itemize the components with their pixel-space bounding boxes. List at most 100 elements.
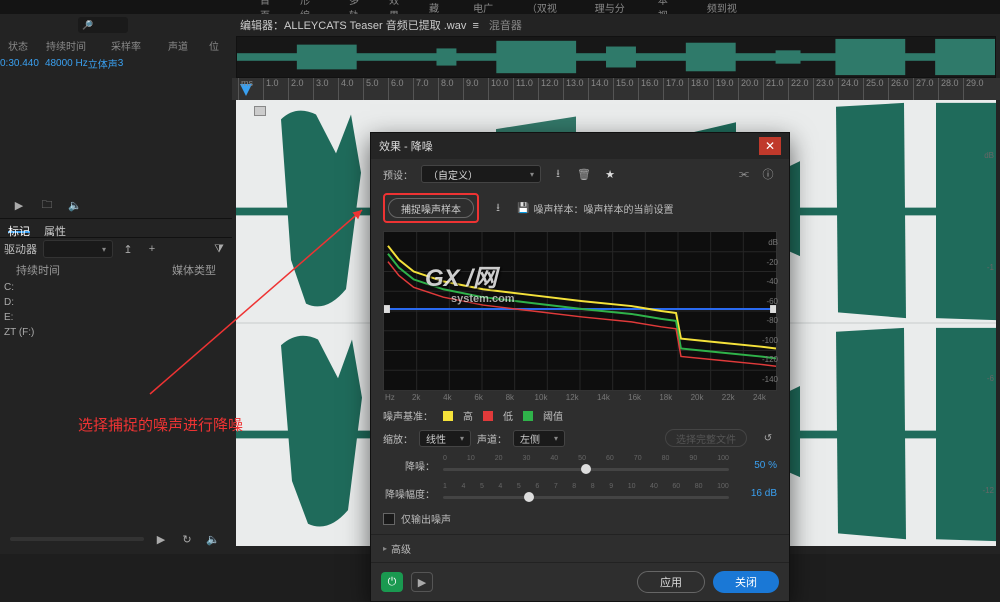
folder-icon[interactable]: 🗀 [38, 196, 56, 214]
preview-loop-button[interactable]: ▶ [411, 572, 433, 592]
save-preset-icon[interactable]: ⭳ [549, 165, 567, 183]
speaker-icon[interactable]: 🔈 [204, 530, 222, 548]
ruler-tick: 29.0 [963, 78, 984, 100]
delete-preset-icon[interactable]: 🗑 [575, 165, 593, 183]
capture-noise-button[interactable]: 捕捉噪声样本 [388, 198, 474, 218]
menu-item[interactable]: 效果 [389, 0, 399, 14]
ruler-tick: 16.0 [638, 78, 659, 100]
ruler-tick: 7.0 [413, 78, 429, 100]
ruler-tick: 17.0 [663, 78, 684, 100]
menu-item[interactable]: 等效处理与分析 [595, 0, 628, 14]
close-dialog-button[interactable]: 关闭 [713, 571, 779, 593]
scale-select[interactable]: 线性▾ [419, 430, 471, 447]
go-up-icon[interactable]: ↥ [119, 240, 137, 258]
reduce-by-slider[interactable]: 145456788910406080100 [443, 483, 729, 503]
drive-row[interactable]: E: [0, 310, 232, 325]
left-bottom-controls: ▶ ↻ 🔈 [0, 530, 232, 548]
speaker-icon[interactable]: 🔈 [66, 196, 84, 214]
reduce-slider[interactable]: 0102030405060708090100 [443, 455, 729, 475]
legend-high-swatch [443, 411, 453, 421]
reduce-by-label: 降噪幅度： [383, 486, 435, 501]
close-button[interactable]: ✕ [759, 137, 781, 155]
menu-item[interactable]: 无线电广播 [473, 0, 497, 14]
waveform-overview[interactable]: ⫴ ◐ +0 dB ⋯ [236, 36, 996, 78]
noise-reduction-dialog: 效果 - 降噪 ✕ 预设： （自定义）▾ ⭳ 🗑 ★ ⫘ ⓘ 捕捉噪声样本 ⭳ … [370, 132, 790, 602]
ruler-tick: 27.0 [913, 78, 934, 100]
preset-label: 预设： [383, 167, 413, 182]
ruler-tick: 11.0 [513, 78, 533, 100]
ruler-tick: 19.0 [713, 78, 734, 100]
db-scale-right: dB-1-6-12 [970, 100, 994, 546]
ruler-tick: 18.0 [688, 78, 709, 100]
menu-item[interactable]: 编辑音频到视频 [707, 0, 740, 14]
select-full-file-button[interactable]: 选择完整文件 [665, 429, 747, 447]
ruler-tick: ms [238, 78, 253, 100]
advanced-toggle[interactable]: ▸ 高级 [371, 534, 789, 563]
ruler-tick: 8.0 [438, 78, 454, 100]
capture-highlight: 捕捉噪声样本 [383, 193, 479, 223]
driver-select[interactable]: ▾ [43, 240, 113, 258]
add-icon[interactable]: + [143, 240, 161, 258]
play-icon[interactable]: ▶ [10, 196, 28, 214]
menu-item[interactable]: 批处理（双视图） [527, 0, 565, 14]
ruler-tick: 20.0 [738, 78, 759, 100]
ruler-tick: 2.0 [288, 78, 304, 100]
ruler-tick: 10.0 [488, 78, 509, 100]
ruler-tick: 26.0 [888, 78, 909, 100]
noise-sample-label: 💾 噪声样本：噪声样本的当前设置 [517, 201, 673, 216]
spectrum-y-axis: dB-20-40-60-80-100-120-140 [754, 230, 778, 392]
filter-icon[interactable]: ⧩ [210, 240, 228, 258]
legend-thr-swatch [523, 411, 533, 421]
ruler-tick: 1.0 [263, 78, 279, 100]
load-sample-icon[interactable]: ⭳ [489, 199, 507, 217]
preset-select[interactable]: （自定义）▾ [421, 165, 541, 183]
loop-icon[interactable]: ↻ [178, 530, 196, 548]
chevron-right-icon: ▸ [383, 544, 387, 553]
search-input[interactable] [78, 17, 128, 33]
reduce-label: 降噪： [383, 458, 435, 473]
mixer-tab[interactable]: 混音器 [489, 17, 522, 33]
left-panel: 状态 持续时间 采样率 声道 位 0:30.440 48000 Hz 立体声 3… [0, 14, 232, 554]
play-icon[interactable]: ▶ [152, 530, 170, 548]
tab-marker[interactable]: 标记 [8, 223, 30, 233]
dialog-titlebar[interactable]: 效果 - 降噪 ✕ [371, 133, 789, 159]
file-meta-row[interactable]: 0:30.440 48000 Hz 立体声 3 [0, 54, 232, 72]
file-meta-header: 状态 持续时间 采样率 声道 位 [0, 36, 232, 54]
zoom-slider[interactable] [10, 537, 144, 541]
reset-icon[interactable]: ↺ [759, 429, 777, 447]
output-noise-checkbox[interactable] [383, 513, 395, 525]
menu-item[interactable]: 收藏夹 [429, 0, 443, 14]
menu-item[interactable]: 波形编辑 [300, 0, 319, 14]
dialog-title: 效果 - 降噪 [379, 138, 433, 154]
reduce-by-value[interactable]: 16 dB [737, 488, 777, 499]
ruler-tick: 15.0 [613, 78, 634, 100]
tab-props[interactable]: 属性 [44, 223, 66, 233]
apply-button[interactable]: 应用 [637, 571, 705, 593]
menu-item[interactable]: 多轨 [349, 0, 359, 14]
menu-item[interactable]: 其本视频 [658, 0, 677, 14]
info-icon[interactable]: ⓘ [759, 165, 777, 183]
power-button[interactable]: ⏻ [381, 572, 403, 592]
noise-spectrum-chart[interactable]: dB-20-40-60-80-100-120-140 [383, 231, 777, 391]
reduce-value[interactable]: 50 % [737, 460, 777, 471]
top-menu-bar: 首页 波形编辑 多轨 效果 收藏夹 无线电广播 批处理（双视图） 等效处理与分析… [0, 0, 1000, 14]
ruler-tick: 9.0 [463, 78, 479, 100]
editor-title-bar: 编辑器：ALLEYCATS Teaser 音频已提取 .wav ≡ 混音器 [232, 14, 1000, 36]
drive-row[interactable]: C: [0, 280, 232, 295]
sidechain-icon[interactable]: ⫘ [735, 165, 753, 183]
ruler-tick: 24.0 [838, 78, 859, 100]
ruler-tick: 14.0 [588, 78, 609, 100]
drive-row[interactable]: ZT (F:) [0, 325, 232, 340]
channel-toggle-icon[interactable] [254, 106, 266, 116]
ruler-tick: 21.0 [763, 78, 784, 100]
channel-select[interactable]: 左侧▾ [513, 430, 565, 447]
ruler-tick: 13.0 [563, 78, 584, 100]
ruler-tick: 5.0 [363, 78, 379, 100]
menu-item[interactable]: 首页 [260, 0, 270, 14]
ruler-tick: 12.0 [538, 78, 559, 100]
favorite-icon[interactable]: ★ [601, 165, 619, 183]
output-noise-label: 仅输出噪声 [401, 511, 451, 526]
ruler-tick: 6.0 [388, 78, 404, 100]
time-ruler[interactable]: ms1.02.03.04.05.06.07.08.09.010.011.012.… [232, 78, 1000, 100]
drive-row[interactable]: D: [0, 295, 232, 310]
